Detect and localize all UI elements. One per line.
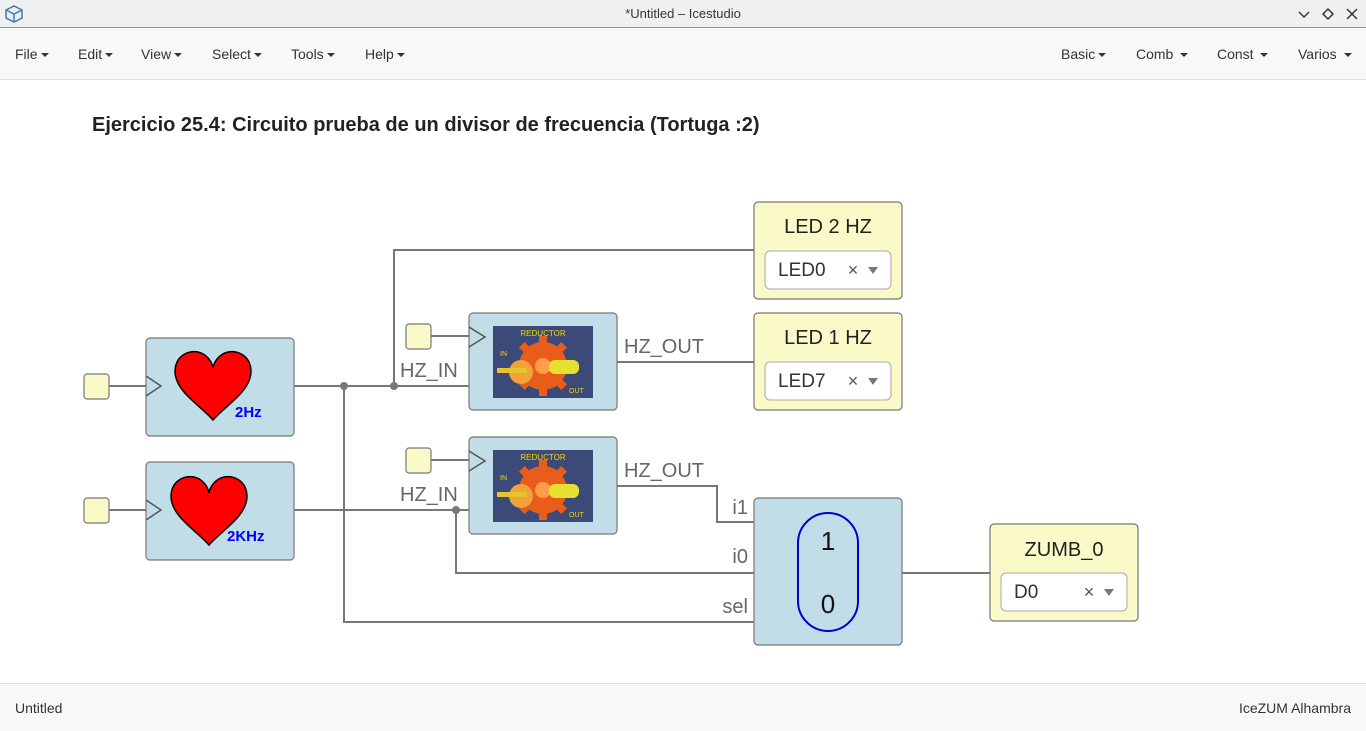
menu-comb-label: Comb	[1136, 46, 1174, 62]
led1-pin-value: LED7	[778, 371, 826, 392]
menu-select-label: Select	[212, 46, 251, 62]
hz-out-label: HZ_OUT	[624, 336, 704, 358]
clear-icon[interactable]: ×	[848, 260, 859, 280]
window-titlebar: *Untitled – Icestudio	[0, 0, 1366, 28]
menu-const-label: Const	[1217, 46, 1254, 62]
caret-down-icon	[396, 53, 405, 58]
maximize-icon[interactable]	[1318, 4, 1338, 24]
menu-help-label: Help	[365, 46, 394, 62]
heart-2hz-label: 2Hz	[235, 404, 262, 421]
reductor-block-bottom[interactable]: REDUCTOR IN OUT	[468, 436, 618, 535]
caret-down-icon	[326, 53, 335, 58]
menu-select[interactable]: Select	[212, 46, 262, 62]
menubar: File Edit View Select Tools Help Basic C…	[0, 29, 1366, 80]
clear-icon[interactable]: ×	[848, 371, 859, 391]
mux-i1-label: i1	[732, 497, 748, 519]
output-led1-block[interactable]: LED 1 HZ LED7 ×	[753, 312, 903, 411]
zumb-pin-value: D0	[1014, 582, 1038, 603]
heart-2khz-block[interactable]: 2KHz	[145, 461, 295, 561]
menu-comb[interactable]: Comb	[1136, 46, 1189, 62]
menu-view[interactable]: View	[141, 46, 183, 62]
caret-down-icon	[174, 53, 183, 58]
led1-title: LED 1 HZ	[784, 327, 872, 349]
reductor-in-label: IN	[500, 351, 507, 358]
menu-const[interactable]: Const	[1217, 46, 1269, 62]
reductor-out-label: OUT	[569, 512, 585, 519]
reductor-title: REDUCTOR	[520, 453, 565, 462]
menu-file-label: File	[15, 46, 38, 62]
reductor-gear-image: REDUCTOR IN OUT	[493, 450, 593, 522]
heart-2hz-block[interactable]: 2Hz	[145, 337, 295, 437]
mux-sel-label: sel	[722, 596, 748, 618]
mux-input-0-symbol: 0	[821, 589, 835, 619]
zumb-title: ZUMB_0	[1025, 539, 1104, 561]
reductor-in-label: IN	[500, 475, 507, 482]
led1-pin-select[interactable]: LED7 ×	[764, 361, 892, 401]
menu-edit[interactable]: Edit	[78, 46, 114, 62]
caret-down-icon	[1098, 53, 1107, 58]
led2-pin-select[interactable]: LED0 ×	[764, 250, 892, 290]
status-filename: Untitled	[15, 700, 63, 716]
caret-down-icon	[105, 53, 114, 58]
menu-tools-label: Tools	[291, 46, 324, 62]
mux-input-1-symbol: 1	[821, 526, 835, 556]
reductor-out-label: OUT	[569, 388, 585, 395]
caret-down-icon	[1180, 53, 1189, 58]
minimize-icon[interactable]	[1294, 4, 1314, 24]
output-led2-block[interactable]: LED 2 HZ LED0 ×	[753, 201, 903, 300]
menu-tools[interactable]: Tools	[291, 46, 335, 62]
window-title: *Untitled – Icestudio	[625, 6, 741, 21]
menu-basic-label: Basic	[1061, 46, 1096, 62]
status-bar: Untitled IceZUM Alhambra	[0, 683, 1366, 731]
heart-2khz-label: 2KHz	[227, 528, 265, 545]
reductor-block-top[interactable]: REDUCTOR IN OUT	[468, 312, 618, 411]
reductor-gear-image: REDUCTOR IN OUT	[493, 326, 593, 398]
caret-down-icon	[1343, 53, 1352, 58]
status-board[interactable]: IceZUM Alhambra	[1239, 700, 1351, 716]
circuit-canvas[interactable]: 2Hz 2KHz REDUCTOR IN OUT REDUCTOR IN OUT…	[0, 80, 1366, 683]
menu-basic[interactable]: Basic	[1061, 46, 1107, 62]
output-zumb-block[interactable]: ZUMB_0 D0 ×	[989, 523, 1139, 622]
menu-help[interactable]: Help	[365, 46, 405, 62]
mux-i0-label: i0	[732, 546, 748, 568]
close-icon[interactable]	[1342, 4, 1362, 24]
input-pin[interactable]	[405, 323, 432, 350]
reductor-title: REDUCTOR	[520, 329, 565, 338]
menu-view-label: View	[141, 46, 172, 62]
menu-edit-label: Edit	[78, 46, 103, 62]
input-pin[interactable]	[405, 447, 432, 474]
led2-pin-value: LED0	[778, 260, 826, 281]
input-pin[interactable]	[83, 497, 110, 524]
mux-block[interactable]: 1 0	[753, 497, 903, 646]
hz-out-label: HZ_OUT	[624, 460, 704, 482]
caret-down-icon	[1260, 53, 1269, 58]
hz-in-label: HZ_IN	[400, 484, 458, 506]
hz-in-label: HZ_IN	[400, 360, 458, 382]
led2-title: LED 2 HZ	[784, 216, 872, 238]
zumb-pin-select[interactable]: D0 ×	[1000, 572, 1128, 612]
menu-file[interactable]: File	[15, 46, 49, 62]
caret-down-icon	[253, 53, 262, 58]
input-pin[interactable]	[83, 373, 110, 400]
clear-icon[interactable]: ×	[1084, 582, 1095, 602]
menu-varios[interactable]: Varios	[1298, 46, 1352, 62]
caret-down-icon	[40, 53, 49, 58]
menu-varios-label: Varios	[1298, 46, 1337, 62]
